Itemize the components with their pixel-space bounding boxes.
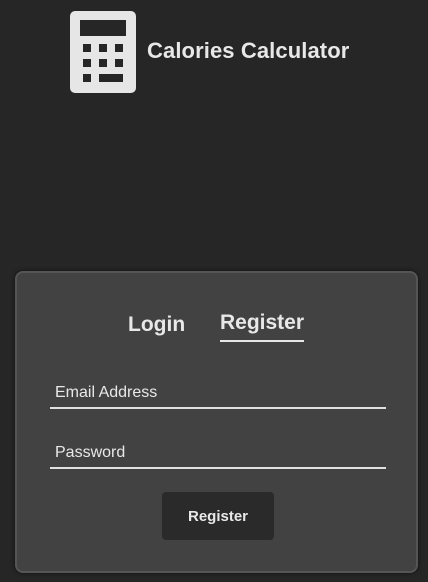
email-field[interactable] bbox=[50, 383, 386, 409]
tab-login[interactable]: Login bbox=[128, 313, 185, 337]
password-field[interactable] bbox=[50, 443, 386, 469]
auth-tabs: Login Register bbox=[17, 311, 416, 345]
app-header: Calories Calculator bbox=[0, 0, 428, 100]
auth-card: Login Register Register bbox=[15, 271, 418, 573]
tab-register[interactable]: Register bbox=[220, 311, 305, 342]
calculator-icon bbox=[70, 11, 136, 93]
register-button[interactable]: Register bbox=[162, 492, 274, 540]
app-title: Calories Calculator bbox=[147, 38, 350, 63]
